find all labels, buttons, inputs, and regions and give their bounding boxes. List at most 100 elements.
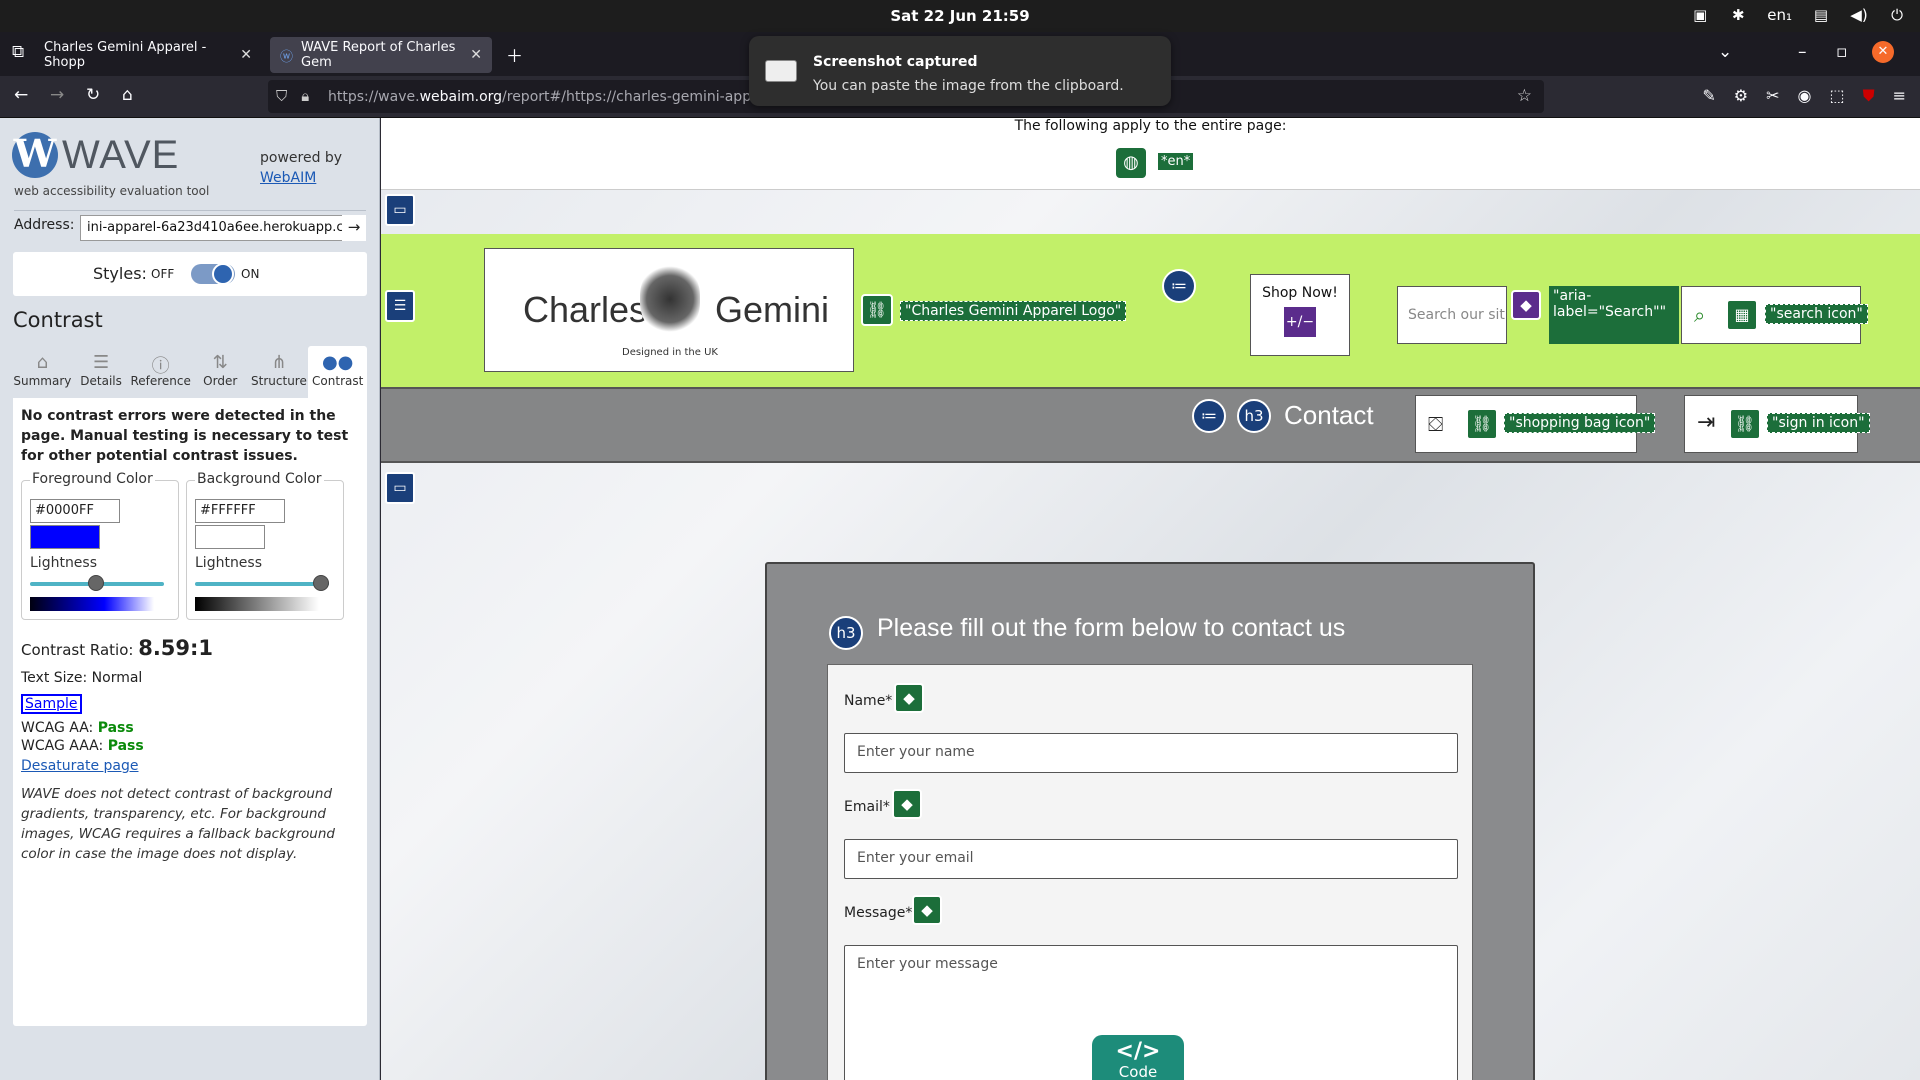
tab-details[interactable]: ☰ Details [72, 346, 131, 398]
html5-header-icon[interactable]: ▭ [385, 194, 415, 226]
foreground-gradient [30, 597, 154, 611]
search-button[interactable]: ⌕ ▦ "search icon" [1681, 286, 1868, 344]
background-gradient [195, 597, 319, 611]
wave-code-button[interactable]: </> Code [1092, 1035, 1184, 1080]
home-icon[interactable]: ⌂ [122, 85, 133, 105]
minimize-icon[interactable]: – [1798, 42, 1807, 62]
lock-icon[interactable]: 🔒︎ [301, 87, 309, 105]
address-label: Address: [14, 217, 75, 233]
list-icon[interactable]: ≔ [1192, 399, 1226, 433]
list-icon[interactable]: ≔ [1162, 269, 1196, 303]
window-close-icon[interactable]: ✕ [1872, 41, 1894, 63]
back-icon[interactable]: ← [14, 85, 28, 105]
shop-now-button[interactable]: Shop Now! +/− [1250, 274, 1350, 356]
reload-icon[interactable]: ↻ [86, 85, 100, 105]
tab-reference[interactable]: ⓘ Reference [130, 346, 190, 398]
aria-label-tag-icon[interactable]: ◆ [1511, 290, 1541, 320]
volume-icon[interactable]: ◀) [1850, 6, 1868, 24]
sign-in-alt-text: "sign in icon" [1767, 413, 1870, 433]
gear-icon[interactable]: ⚙ [1734, 86, 1748, 106]
h3-icon[interactable]: h3 [829, 616, 863, 650]
slider-handle[interactable] [88, 575, 104, 591]
label-tag-icon[interactable]: ◆ [894, 683, 924, 713]
network-icon[interactable]: ▤ [1812, 6, 1830, 24]
tab-order[interactable]: ⇅ Order [191, 346, 250, 398]
maximize-icon[interactable]: ▫ [1836, 42, 1848, 62]
aria-label-annotation: "aria-label="Search"" [1549, 286, 1679, 344]
logo-text-left: Charles [523, 289, 648, 330]
tab-summary[interactable]: ⌂ Summary [13, 346, 72, 398]
label-tag-icon[interactable]: ◆ [892, 789, 922, 819]
name-input[interactable]: Enter your name [844, 733, 1458, 773]
new-tab-icon[interactable]: ＋ [506, 42, 523, 67]
system-tray[interactable]: ▣ ✱ en₁ ▤ ◀) ⏻ [1691, 6, 1906, 24]
shopping-bag-icon: ⛋ [1428, 412, 1444, 436]
sign-in-icon: ⇥ [1697, 410, 1716, 435]
nav-region-icon[interactable]: ☰ [385, 290, 415, 322]
styles-on-label: ON [241, 267, 260, 281]
label-tag-icon[interactable]: ◆ [912, 895, 942, 925]
tab-overview-icon[interactable]: ⧉ [12, 42, 24, 62]
sign-in-button[interactable]: ⇥ ⛓ "sign in icon" [1684, 395, 1870, 453]
site-logo[interactable]: Charles Gemini Designed in the UK [484, 248, 854, 372]
desaturate-page-link[interactable]: Desaturate page [21, 758, 138, 774]
foreground-color-box: Foreground Color #0000FF Lightness [21, 471, 179, 620]
system-clock[interactable]: Sat 22 Jun 21:59 [0, 7, 1920, 25]
address-input[interactable]: ini-apparel-6a23d410a6ee.herokuapp.com/ [80, 215, 366, 241]
main-region-icon[interactable]: ▭ [385, 472, 415, 504]
linked-image-icon[interactable]: ⛓ [1729, 408, 1761, 440]
linked-image-icon[interactable]: ⛓ [1466, 408, 1498, 440]
ublock-icon[interactable]: ⛊ [1863, 86, 1875, 106]
screenshot-notification[interactable]: Screenshot captured You can paste the im… [749, 36, 1171, 106]
arrow-right-icon[interactable]: → [342, 215, 366, 241]
globe-icon[interactable]: ◍ [1116, 148, 1146, 178]
tab-contrast[interactable]: ●● Contrast [308, 346, 368, 398]
wave-favicon-icon: ⓦ [280, 49, 294, 65]
contact-form-container: h3 Please fill out the form below to con… [765, 562, 1535, 1080]
foreground-hex-input[interactable]: #0000FF [30, 499, 120, 523]
screenshot-icon[interactable]: ✂ [1766, 86, 1779, 106]
background-hex-input[interactable]: #FFFFFF [195, 499, 285, 523]
info-icon: ⓘ [151, 356, 170, 377]
powered-by: powered by WebAIM [260, 150, 343, 186]
logo-alt-text: "Charles Gemini Apparel Logo" [900, 301, 1127, 321]
wcag-aaa: WCAG AAA: Pass [21, 738, 144, 754]
webaim-link[interactable]: WebAIM [260, 170, 316, 186]
screen-share-icon[interactable]: ▣ [1691, 6, 1709, 24]
chevron-down-icon[interactable]: ⌄ [1718, 42, 1732, 62]
color-picker-icon[interactable]: ◉ [1797, 86, 1811, 106]
wave-logo: W WAVE [12, 132, 179, 178]
image-alt-icon[interactable]: ▦ [1726, 299, 1758, 331]
bookmark-star-icon[interactable]: ☆ [1517, 86, 1532, 106]
linked-image-icon[interactable]: ⛓ [861, 294, 893, 326]
foreground-swatch[interactable] [30, 525, 100, 549]
slider-handle[interactable] [313, 575, 329, 591]
background-swatch[interactable] [195, 525, 265, 549]
power-icon[interactable]: ⏻ [1888, 6, 1906, 24]
search-input[interactable]: Search our sit [1397, 286, 1507, 344]
forward-icon[interactable]: → [50, 85, 64, 105]
lightness-label: Lightness [195, 555, 263, 571]
close-icon[interactable]: ✕ [470, 47, 482, 63]
tab-wave-report[interactable]: ⓦ WAVE Report of Charles Gem ✕ [270, 37, 492, 73]
wrench-icon[interactable]: ✎ [1702, 86, 1715, 106]
contrast-panel: No contrast errors were detected in the … [13, 398, 367, 1026]
styles-toggle[interactable] [191, 263, 235, 285]
page-viewport: The following apply to the entire page: … [381, 118, 1920, 1080]
extension-icon[interactable]: ✱ [1729, 6, 1747, 24]
menu-icon[interactable]: ≡ [1893, 86, 1906, 106]
extensions-icon[interactable]: ⬚ [1829, 86, 1844, 106]
shopping-bag-button[interactable]: ⛋ ⛓ "shopping bag icon" [1415, 395, 1656, 453]
code-icon: </> [1115, 1039, 1161, 1064]
tab-structure[interactable]: ⋔ Structure [250, 346, 309, 398]
notification-title: Screenshot captured [813, 54, 978, 70]
background-lightness-slider[interactable] [195, 582, 329, 586]
shopping-bag-alt-text: "shopping bag icon" [1504, 413, 1656, 433]
tab-charles-gemini[interactable]: Charles Gemini Apparel - Shopp ✕ [34, 37, 262, 73]
nav-contact-link[interactable]: Contact [1284, 400, 1374, 431]
shield-icon[interactable]: ⛉ [276, 87, 287, 105]
email-input[interactable]: Enter your email [844, 839, 1458, 879]
keyboard-layout[interactable]: en₁ [1767, 6, 1792, 24]
close-icon[interactable]: ✕ [240, 47, 252, 63]
h3-icon[interactable]: h3 [1237, 399, 1271, 433]
